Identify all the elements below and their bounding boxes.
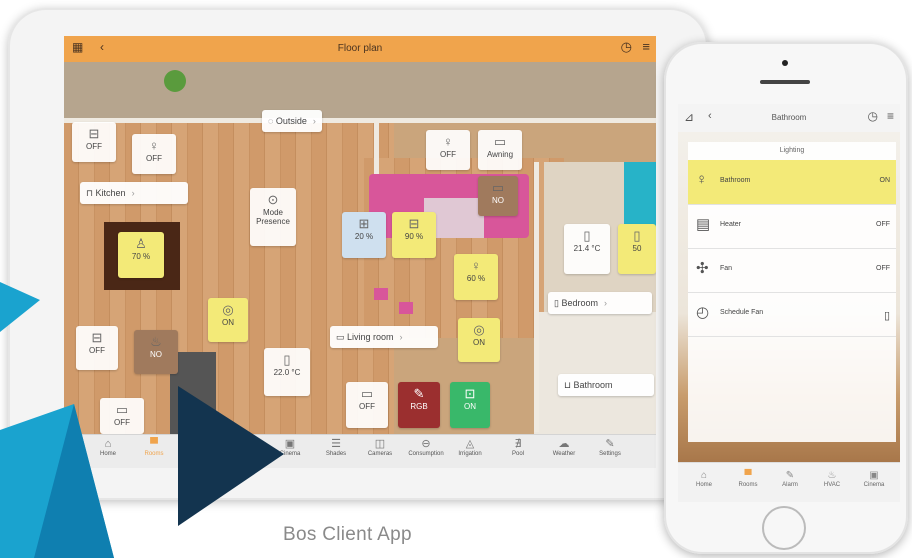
phone-nav-home[interactable]: ⌂ Home	[684, 469, 724, 488]
row-bathroom-light[interactable]: ♀ Bathroom ON	[688, 160, 896, 205]
home-icon: ⌂	[700, 470, 708, 481]
cinema-icon: ▣	[869, 470, 879, 481]
nav-label: Rooms	[738, 482, 758, 488]
clock-icon: ◴	[696, 304, 710, 321]
navy-play-arrow	[178, 386, 284, 526]
phone-nav-alarm[interactable]: ✎ Alarm	[770, 469, 810, 488]
nav-label: HVAC	[823, 482, 841, 488]
row-schedule-fan[interactable]: ◴ Schedule Fan ▯	[688, 292, 896, 337]
phone-nav-hvac[interactable]: ♨ HVAC	[812, 469, 852, 488]
nav-label: Home	[695, 482, 712, 488]
row-label: Fan	[720, 265, 733, 272]
phone-bottom-nav: ⌂ Home ▀ Rooms ✎ Alarm ♨ HVAC ▣ Cinema	[678, 462, 900, 502]
history-clock-icon[interactable]: ◷	[868, 109, 878, 123]
row-state: ON	[879, 177, 891, 184]
left-arrow-shape	[0, 282, 40, 332]
phone-screen: ⊿ ‹ Bathroom ◷ ≡ Lighting ♀ Bathroom ON …	[678, 104, 900, 502]
alarm-icon: ✎	[785, 470, 795, 481]
row-heater[interactable]: ▤ Heater OFF	[688, 204, 896, 249]
hamburger-menu-icon[interactable]: ≡	[887, 109, 894, 123]
radiator-icon: ▤	[696, 216, 711, 233]
phone-header: ⊿ ‹ Bathroom ◷ ≡	[678, 104, 900, 133]
row-fan[interactable]: ✣ Fan OFF	[688, 248, 896, 293]
app-caption: Bos Client App	[283, 524, 412, 545]
rooms-icon: ▀	[744, 470, 752, 481]
home-button[interactable]	[762, 506, 806, 550]
bulb-icon: ♀	[696, 171, 708, 188]
row-state: OFF	[876, 221, 890, 228]
lighting-panel: Lighting ♀ Bathroom ON ▤ Heater OFF ✣ Fa…	[688, 142, 896, 442]
section-header: Lighting	[688, 142, 896, 161]
row-label: Bathroom	[720, 177, 751, 184]
hvac-icon: ♨	[827, 470, 837, 481]
speaker-grille	[760, 80, 810, 84]
row-state: OFF	[876, 265, 890, 272]
thermometer-icon: ▯	[883, 310, 890, 322]
front-camera	[782, 60, 788, 66]
phone-nav-rooms[interactable]: ▀ Rooms	[728, 469, 768, 488]
row-label: Heater	[720, 221, 742, 228]
nav-label: Cinema	[863, 482, 885, 488]
fan-icon: ✣	[696, 260, 709, 277]
row-label: Schedule Fan	[720, 309, 764, 316]
nav-label: Alarm	[782, 482, 798, 488]
phone-nav-cinema[interactable]: ▣ Cinema	[854, 469, 894, 488]
